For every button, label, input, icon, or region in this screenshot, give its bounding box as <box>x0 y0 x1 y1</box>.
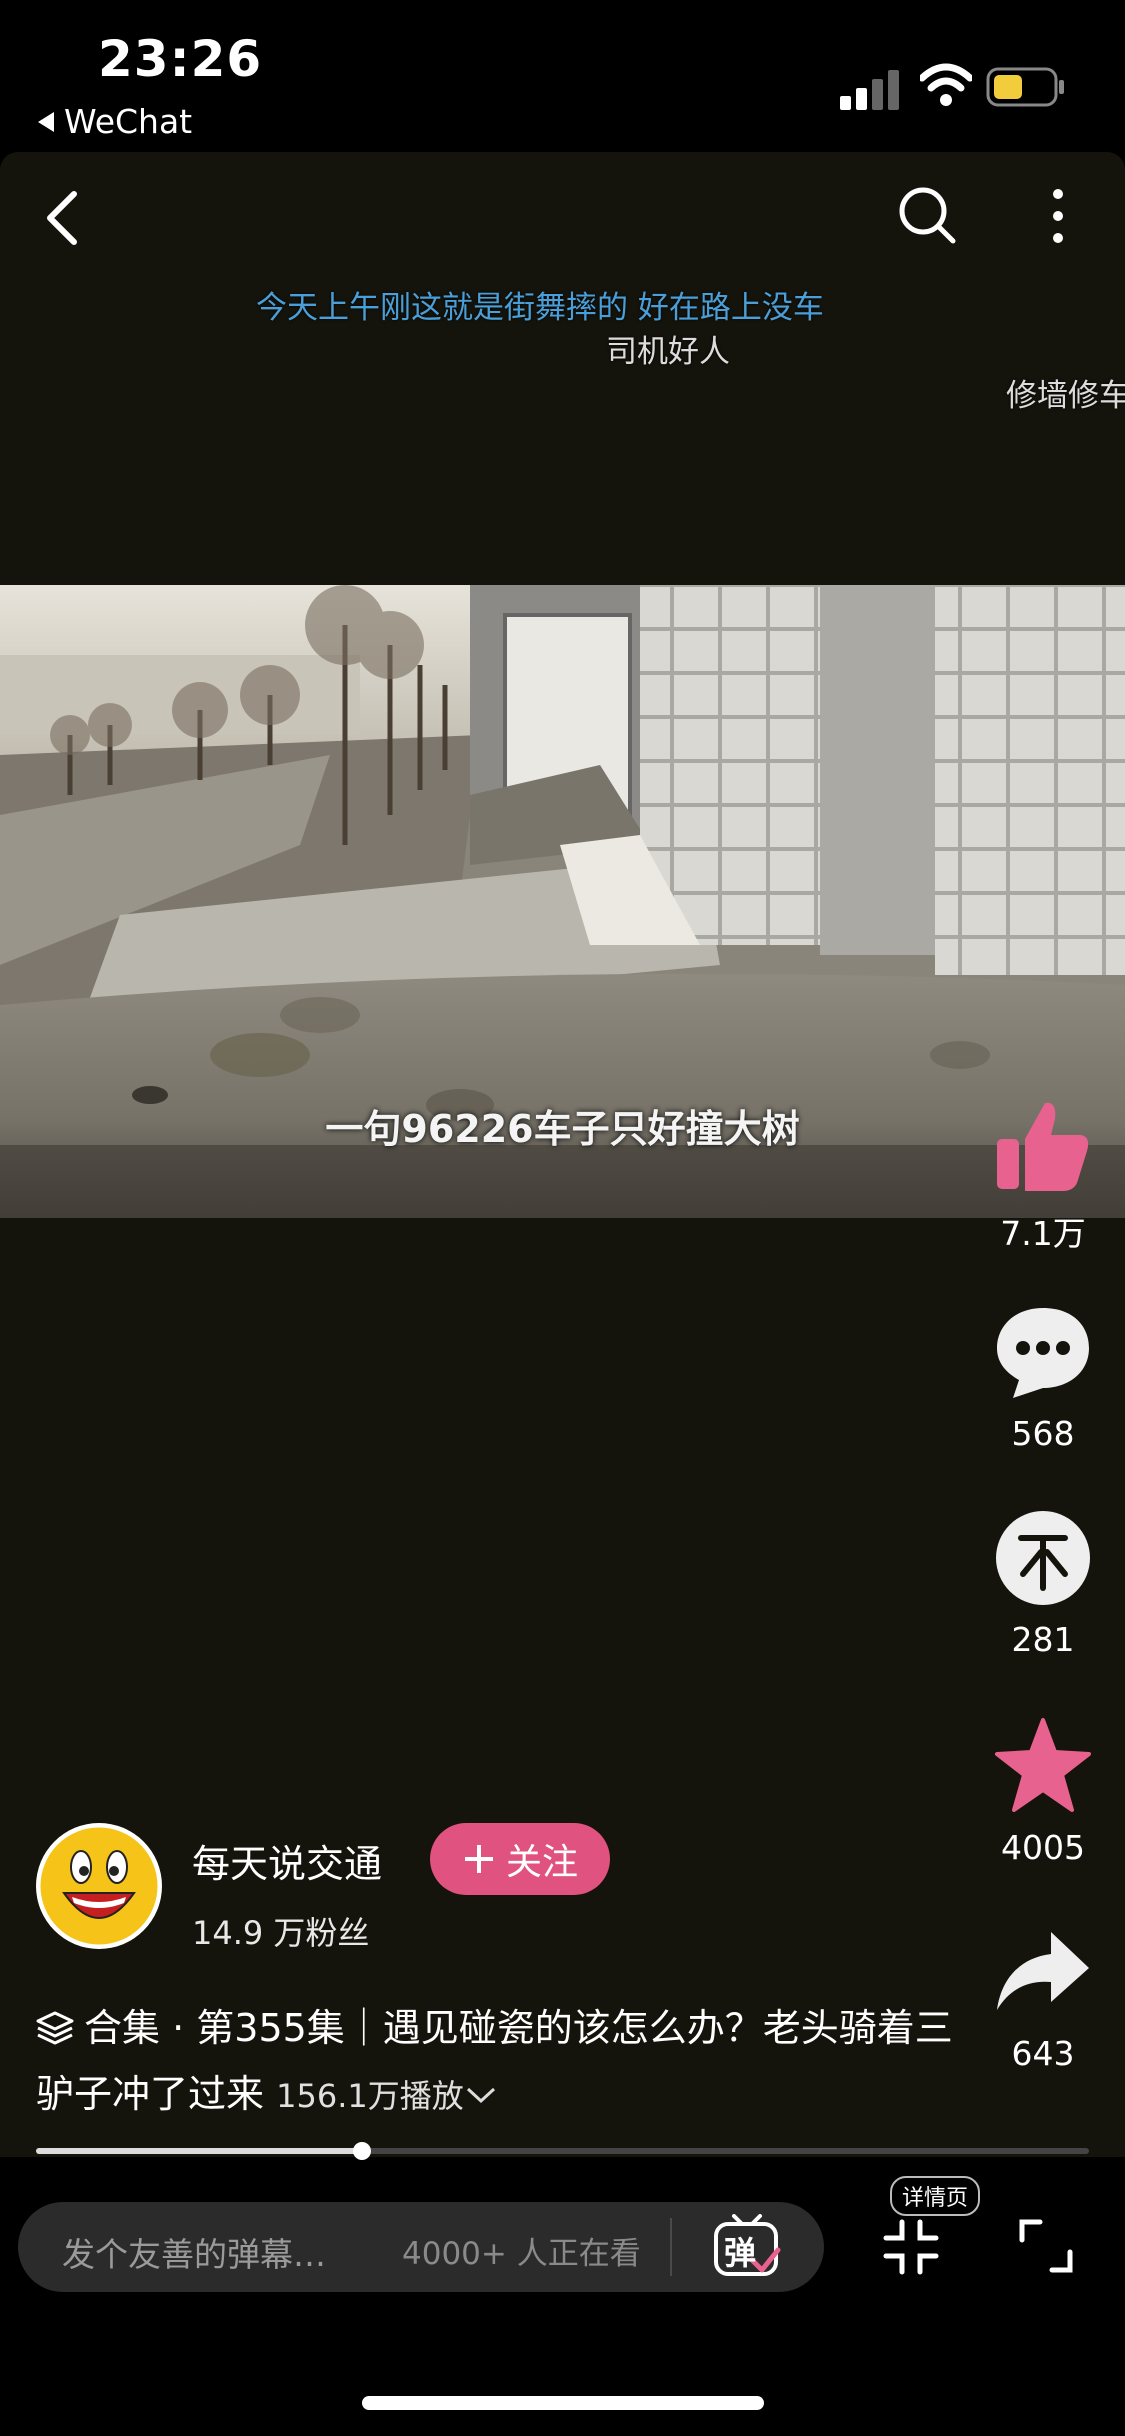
smiley-face-icon <box>37 1824 161 1948</box>
coin-icon <box>996 1511 1090 1605</box>
follow-label: 关注 <box>505 1841 578 1882</box>
back-triangle-icon <box>38 111 54 132</box>
author-name[interactable]: 每天说交通 <box>192 1833 382 1888</box>
coin-button[interactable]: 281 <box>980 1508 1106 1659</box>
more-options-icon[interactable] <box>1040 186 1076 246</box>
favorite-count: 4005 <box>1001 1828 1085 1867</box>
comment-count: 568 <box>1011 1414 1075 1453</box>
danmu-comment: 修墙修车 <box>1006 378 1125 414</box>
comment-button[interactable]: 568 <box>980 1302 1106 1453</box>
video-description[interactable]: 合集 · 第355集｜遇见碰瓷的该怎么办？老头骑着三驴子冲了过来 156.1万播… <box>36 1995 956 2129</box>
watching-count: 4000+ 人正在看 <box>402 2236 641 2272</box>
progress-handle[interactable] <box>353 2142 372 2160</box>
author-avatar[interactable] <box>36 1823 162 1949</box>
favorite-button[interactable]: 4005 <box>980 1716 1106 1867</box>
danmu-input-placeholder: 发个友善的弹幕… <box>62 2235 326 2274</box>
video-progress-bar[interactable] <box>36 2142 1089 2160</box>
divider <box>670 2218 672 2276</box>
cellular-signal-icon <box>840 70 899 110</box>
share-count: 643 <box>1011 2034 1075 2073</box>
collection-separator: · <box>160 2006 197 2050</box>
danmu-comment: 今天上午刚这就是街舞摔的 好在路上没车 <box>256 290 824 326</box>
follow-button[interactable]: 关注 <box>430 1823 610 1895</box>
chevron-down-icon[interactable] <box>464 2085 498 2105</box>
collection-layers-icon <box>36 2011 74 2045</box>
danmu-toggle-label: 弹 <box>724 2234 757 2272</box>
coin-count: 281 <box>1011 1620 1075 1659</box>
like-count: 7.1万 <box>1000 1214 1086 1253</box>
progress-fill <box>36 2148 363 2154</box>
status-time: 23:26 <box>98 30 263 88</box>
like-button[interactable]: 7.1万 <box>980 1095 1106 1255</box>
detail-page-badge[interactable]: 详情页 <box>890 2176 981 2216</box>
search-icon[interactable] <box>896 184 958 246</box>
back-to-app-link[interactable]: WeChat <box>38 102 192 141</box>
video-subtitle: 一句96226车子只好撞大树 <box>325 1107 800 1151</box>
fans-count: 14.9 万粉丝 <box>192 1914 370 1952</box>
danmu-toggle-button[interactable]: 弹 <box>712 2214 782 2280</box>
comment-bubble-icon <box>997 1308 1089 1398</box>
share-arrow-icon <box>997 1932 1089 2010</box>
wifi-icon <box>920 63 972 106</box>
home-indicator <box>362 2396 764 2410</box>
share-button[interactable]: 643 <box>980 1922 1106 2073</box>
collapse-icon[interactable] <box>882 2218 940 2276</box>
back-app-label: WeChat <box>64 102 193 141</box>
plus-icon <box>464 1845 493 1873</box>
star-icon <box>995 1718 1091 1812</box>
battery-icon <box>986 67 1064 107</box>
back-arrow-icon[interactable] <box>40 188 86 248</box>
collection-label: 合集 <box>84 2006 161 2050</box>
thumbs-up-icon <box>997 1102 1089 1191</box>
danmu-comment: 司机好人 <box>606 334 730 370</box>
view-count: 156.1万播放 <box>276 2077 464 2115</box>
fullscreen-icon[interactable] <box>1018 2218 1074 2274</box>
